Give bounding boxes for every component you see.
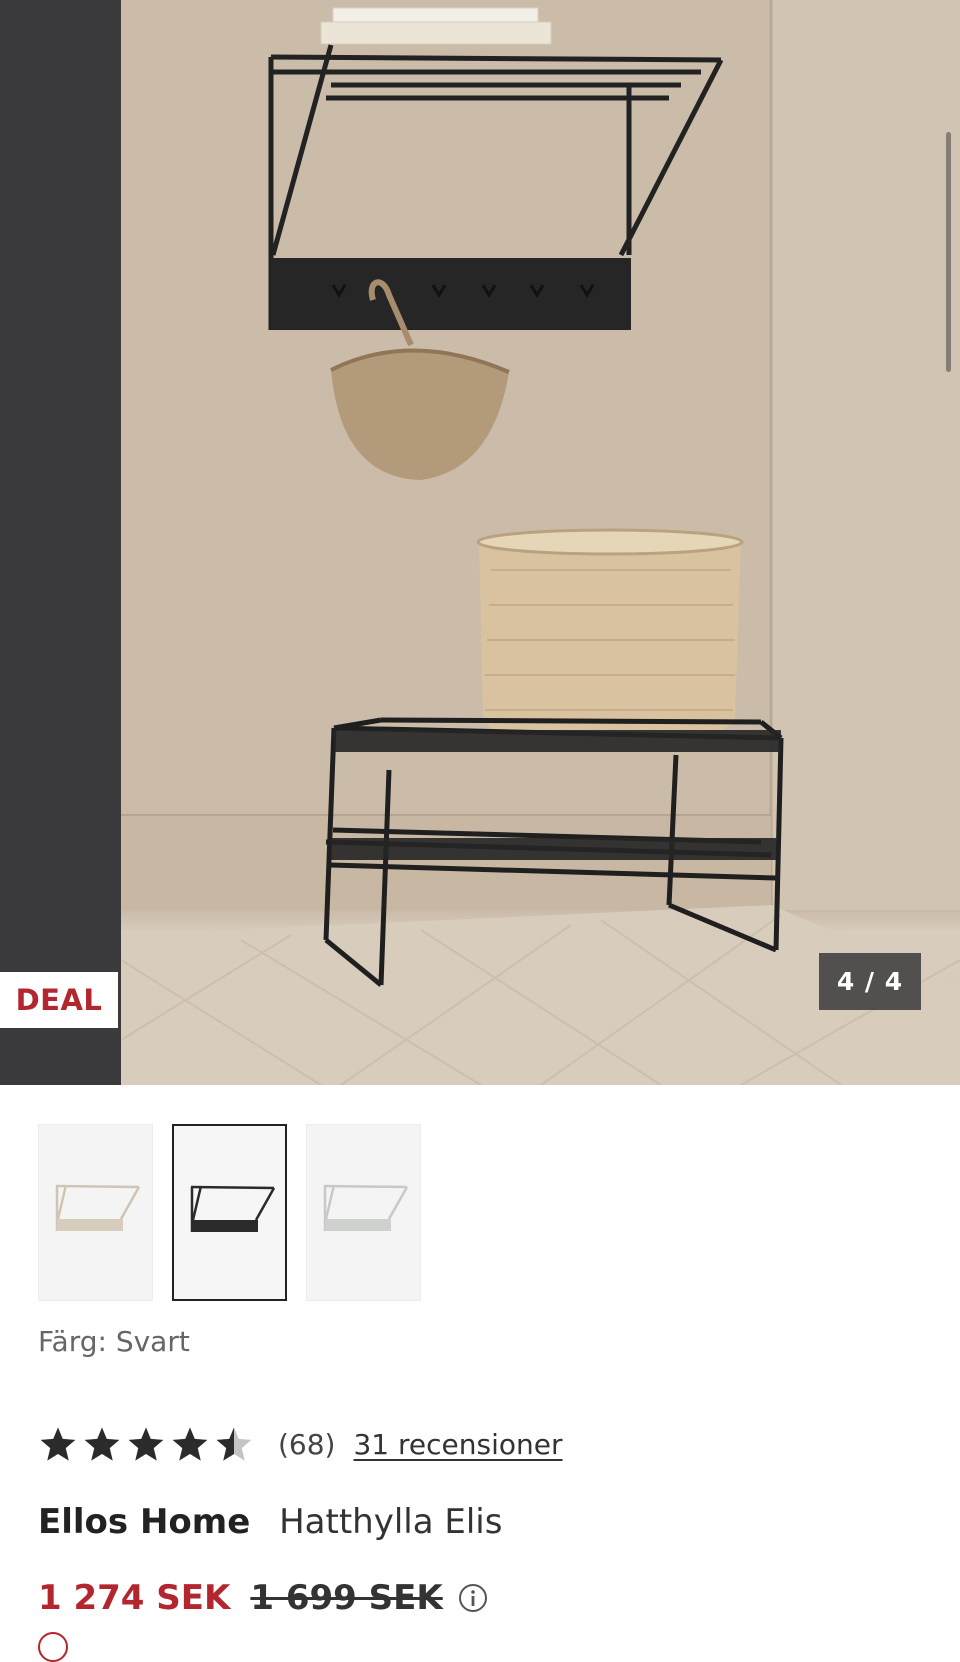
page-scrollbar[interactable] xyxy=(946,132,951,372)
info-icon[interactable] xyxy=(457,1582,489,1614)
star-full-icon xyxy=(84,1427,120,1461)
brand-name[interactable]: Ellos Home xyxy=(38,1502,250,1542)
product-photo[interactable] xyxy=(121,0,960,1085)
reviews-link[interactable]: 31 recensioner xyxy=(353,1428,562,1461)
product-image-gallery[interactable]: DEAL 4 / 4 xyxy=(0,0,960,1085)
product-photo-illustration xyxy=(121,0,960,1085)
selected-color-label: Färg: Svart xyxy=(38,1325,190,1358)
star-full-icon xyxy=(40,1427,76,1461)
star-full-icon xyxy=(128,1427,164,1461)
rating-count: (68) xyxy=(278,1427,336,1461)
variant-thumbnail-beige[interactable] xyxy=(38,1124,153,1301)
image-counter: 4 / 4 xyxy=(819,953,921,1010)
price-row: 1 274 SEK 1 699 SEK xyxy=(38,1578,489,1618)
grey-shelf-icon xyxy=(323,1184,409,1231)
original-price: 1 699 SEK xyxy=(250,1578,443,1618)
star-full-icon xyxy=(172,1427,208,1461)
current-price: 1 274 SEK xyxy=(38,1578,231,1618)
product-name: Hatthylla Elis xyxy=(279,1502,503,1542)
black-shelf-icon xyxy=(190,1185,276,1232)
variant-thumbnail-grey[interactable] xyxy=(306,1124,421,1301)
deal-badge: DEAL xyxy=(0,972,118,1028)
rating-row: (68) 31 recensioner xyxy=(38,1424,563,1464)
beige-shelf-icon xyxy=(55,1184,141,1231)
star-rating[interactable] xyxy=(38,1425,258,1463)
star-half-icon xyxy=(216,1427,252,1461)
partially-visible-icon xyxy=(38,1632,68,1662)
variant-thumbnail-black[interactable] xyxy=(172,1124,287,1301)
product-title: Ellos Home Hatthylla Elis xyxy=(38,1502,502,1542)
